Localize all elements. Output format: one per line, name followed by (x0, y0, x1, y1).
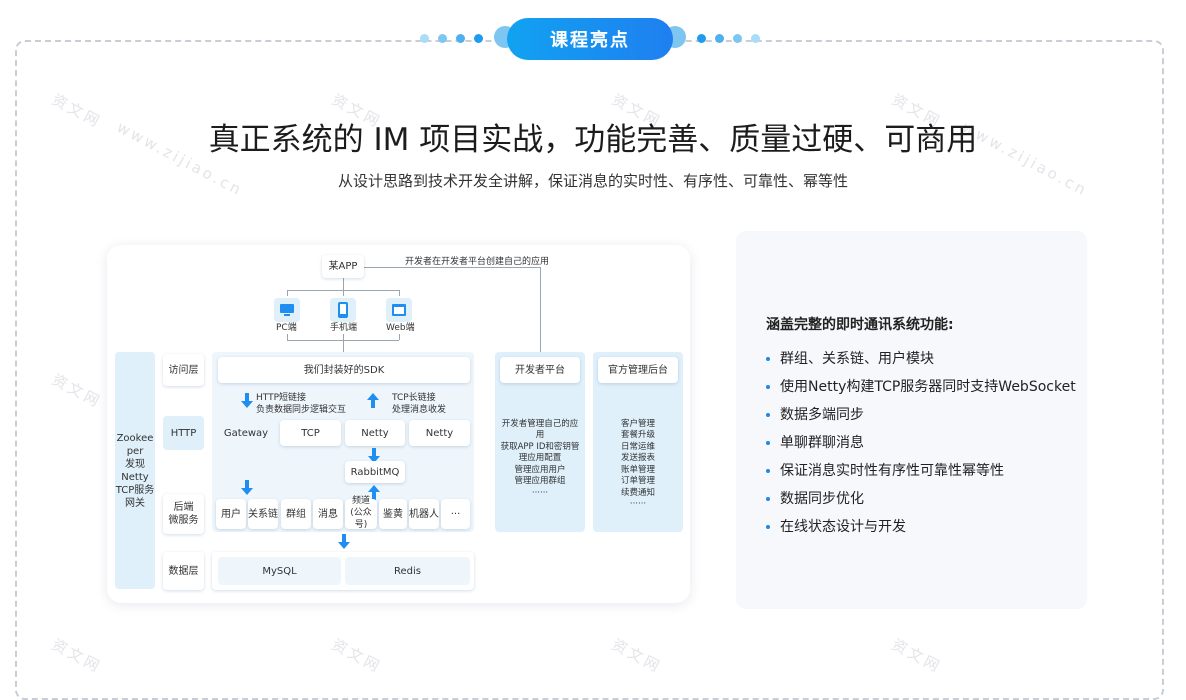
connector (287, 290, 399, 291)
page-headline: 真正系统的 IM 项目实战，功能完善、质量过硬、可商用 (208, 122, 978, 158)
netty-box: Netty (409, 420, 470, 446)
gateway-box: Gateway (216, 420, 276, 446)
arrow-bidirectional-icon (367, 393, 379, 408)
bullet-icon (766, 525, 770, 529)
connector (287, 340, 399, 341)
connector (343, 334, 344, 354)
connector (343, 278, 344, 296)
tcp-note: TCP长链接 处理消息收发 (392, 393, 447, 416)
mobile-icon (330, 298, 356, 322)
service-group: 群组 (281, 499, 311, 529)
redis-box: Redis (345, 557, 470, 585)
client-label: Web端 (386, 323, 415, 333)
service-more: ··· (441, 499, 470, 529)
page-subheadline: 从设计思路到技术开发全讲解，保证消息的实时性、有序性、可靠性、幂等性 (337, 172, 848, 190)
feature-item: 在线状态设计与开发 (766, 516, 906, 536)
bullet-icon (766, 385, 770, 389)
app-box: 某APP (322, 255, 364, 278)
connector (399, 334, 400, 340)
bullet-icon (766, 413, 770, 417)
arrow-down-icon (241, 480, 253, 495)
feature-item: 使用Netty构建TCP服务器同时支持WebSocket (766, 376, 1076, 396)
arrow-down-icon (241, 393, 253, 408)
decor-dot (733, 34, 742, 43)
layer-http: HTTP (163, 416, 204, 450)
dev-note: 开发者在开发者平台创建自己的应用 (405, 257, 550, 267)
admin-title: 官方管理后台 (598, 357, 678, 383)
netty-box: Netty (345, 420, 405, 446)
web-icon (386, 298, 412, 322)
service-porn-check: 鉴黄 (379, 499, 407, 529)
connector (399, 290, 400, 296)
tcp-box: TCP (280, 420, 341, 446)
zookeeper-column: Zookee per 发现 Netty TCP服务 网关 (115, 352, 155, 589)
connector (540, 267, 541, 353)
service-channel: 频道 (公众号) (345, 496, 377, 530)
arrow-down-icon (338, 534, 350, 549)
client-label: PC端 (276, 323, 297, 333)
decor-dot (751, 34, 760, 43)
layer-data: 数据层 (163, 552, 204, 590)
connector (287, 334, 288, 340)
layer-access: 访问层 (163, 354, 204, 386)
feature-item: 数据同步优化 (766, 488, 864, 508)
section-badge: 课程亮点 (507, 18, 673, 60)
service-robot: 机器人 (409, 499, 439, 529)
mysql-box: MySQL (218, 557, 341, 585)
bullet-icon (766, 497, 770, 501)
admin-list: 客户管理 套餐升级 日常运维 发送报表 账单管理 订单管理 续费通知 ·····… (620, 419, 655, 510)
decor-dot (438, 34, 447, 43)
http-note: HTTP短链接 负责数据同步逻辑交互 (256, 393, 347, 416)
decor-dot (697, 34, 706, 43)
feature-item: 数据多端同步 (766, 404, 864, 424)
service-relation: 关系链 (248, 499, 278, 529)
layer-backend: 后端 微服务 (163, 494, 204, 534)
connector (287, 290, 288, 296)
client-label: 手机端 (330, 323, 358, 333)
dev-platform-list: 开发者管理自己的应 用 获取APP ID和密钥管 理应用配置 管理应用用户 管理… (500, 419, 580, 498)
feature-item: 群组、关系链、用户模块 (766, 348, 934, 368)
service-user: 用户 (216, 499, 246, 529)
features-title: 涵盖完整的即时通讯系统功能: (766, 317, 954, 333)
bullet-icon (766, 469, 770, 473)
decor-dot (456, 34, 465, 43)
bullet-icon (766, 357, 770, 361)
pc-icon (274, 298, 300, 322)
rabbitmq-box: RabbitMQ (345, 461, 405, 483)
feature-item: 保证消息实时性有序性可靠性幂等性 (766, 460, 1004, 480)
decor-dot (420, 34, 429, 43)
dev-platform-title: 开发者平台 (500, 357, 580, 383)
feature-item: 单聊群聊消息 (766, 432, 864, 452)
bullet-icon (766, 441, 770, 445)
decor-dot (715, 34, 724, 43)
decor-dot (474, 34, 483, 43)
service-message: 消息 (313, 499, 343, 529)
sdk-box: 我们封装好的SDK (218, 357, 470, 383)
